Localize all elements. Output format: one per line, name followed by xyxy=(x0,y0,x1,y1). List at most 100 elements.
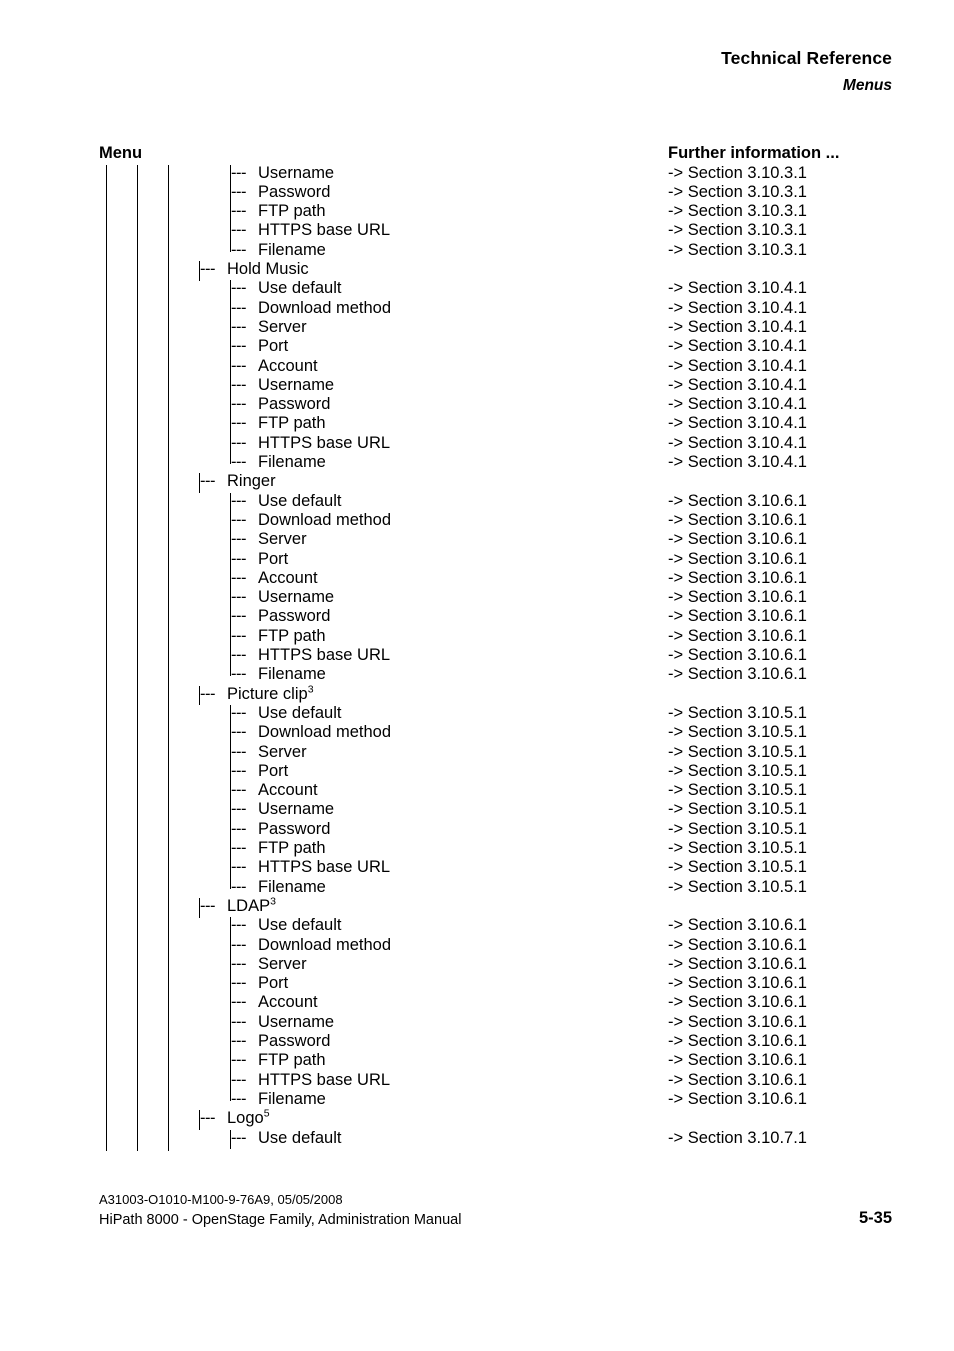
section-reference[interactable]: -> Section 3.10.4.1 xyxy=(668,357,807,376)
tree-node-label[interactable]: Server xyxy=(258,318,307,337)
tree-node-label[interactable]: FTP path xyxy=(258,414,326,433)
tree-row: --- HTTPS base URL -> Section 3.10.5.1 xyxy=(0,858,954,880)
section-reference[interactable]: -> Section 3.10.6.1 xyxy=(668,530,807,549)
section-reference[interactable]: -> Section 3.10.5.1 xyxy=(668,743,807,762)
tree-node-label[interactable]: HTTPS base URL xyxy=(258,221,390,240)
tree-node-label[interactable]: Use default xyxy=(258,1129,341,1148)
tree-node-label[interactable]: Use default xyxy=(258,279,341,298)
section-reference[interactable]: -> Section 3.10.4.1 xyxy=(668,434,807,453)
section-reference[interactable]: -> Section 3.10.4.1 xyxy=(668,414,807,433)
tree-node-label[interactable]: LDAP3 xyxy=(227,896,276,916)
tree-node-label[interactable]: Filename xyxy=(258,241,326,260)
tree-node-label[interactable]: Password xyxy=(258,607,330,626)
tree-node-label[interactable]: Username xyxy=(258,800,334,819)
tree-node-label[interactable]: Port xyxy=(258,550,288,569)
tree-node-label[interactable]: Password xyxy=(258,183,330,202)
tree-node-label[interactable]: Account xyxy=(258,357,318,376)
tree-node-label[interactable]: Filename xyxy=(258,878,326,897)
section-reference[interactable]: -> Section 3.10.6.1 xyxy=(668,492,807,511)
tree-node-label[interactable]: Download method xyxy=(258,299,391,318)
tree-node-label[interactable]: Hold Music xyxy=(227,260,309,279)
tree-node-label[interactable]: FTP path xyxy=(258,1051,326,1070)
section-reference[interactable]: -> Section 3.10.7.1 xyxy=(668,1129,807,1148)
section-reference[interactable]: -> Section 3.10.6.1 xyxy=(668,588,807,607)
tree-node-label[interactable]: HTTPS base URL xyxy=(258,1071,390,1090)
tree-node-label[interactable]: Ringer xyxy=(227,472,276,491)
tree-node-label[interactable]: HTTPS base URL xyxy=(258,646,390,665)
section-reference[interactable]: -> Section 3.10.4.1 xyxy=(668,337,807,356)
tree-node-label[interactable]: Download method xyxy=(258,723,391,742)
section-reference[interactable]: -> Section 3.10.4.1 xyxy=(668,299,807,318)
section-reference[interactable]: -> Section 3.10.6.1 xyxy=(668,1013,807,1032)
tree-node-label[interactable]: Port xyxy=(258,974,288,993)
tree-node-label[interactable]: Use default xyxy=(258,492,341,511)
tree-node-label[interactable]: Filename xyxy=(258,1090,326,1109)
section-reference[interactable]: -> Section 3.10.5.1 xyxy=(668,820,807,839)
section-reference[interactable]: -> Section 3.10.5.1 xyxy=(668,858,807,877)
section-reference[interactable]: -> Section 3.10.6.1 xyxy=(668,955,807,974)
section-reference[interactable]: -> Section 3.10.5.1 xyxy=(668,723,807,742)
tree-connector-dashes: --- xyxy=(231,993,246,1012)
tree-node-label[interactable]: Username xyxy=(258,376,334,395)
tree-node-label[interactable]: FTP path xyxy=(258,839,326,858)
section-reference[interactable]: -> Section 3.10.4.1 xyxy=(668,318,807,337)
tree-node-label[interactable]: Port xyxy=(258,337,288,356)
tree-node-label[interactable]: Username xyxy=(258,164,334,183)
tree-node-label[interactable]: Username xyxy=(258,588,334,607)
tree-node-label[interactable]: FTP path xyxy=(258,627,326,646)
tree-node-label[interactable]: Logo5 xyxy=(227,1108,270,1128)
section-reference[interactable]: -> Section 3.10.5.1 xyxy=(668,704,807,723)
section-reference[interactable]: -> Section 3.10.5.1 xyxy=(668,781,807,800)
section-reference[interactable]: -> Section 3.10.4.1 xyxy=(668,453,807,472)
section-reference[interactable]: -> Section 3.10.6.1 xyxy=(668,569,807,588)
section-reference[interactable]: -> Section 3.10.5.1 xyxy=(668,800,807,819)
section-reference[interactable]: -> Section 3.10.5.1 xyxy=(668,839,807,858)
tree-node-label[interactable]: HTTPS base URL xyxy=(258,434,390,453)
tree-node-label[interactable]: HTTPS base URL xyxy=(258,858,390,877)
tree-node-label[interactable]: Server xyxy=(258,955,307,974)
tree-node-label[interactable]: Account xyxy=(258,569,318,588)
tree-node-label[interactable]: Password xyxy=(258,1032,330,1051)
section-reference[interactable]: -> Section 3.10.4.1 xyxy=(668,395,807,414)
tree-node-label[interactable]: Server xyxy=(258,530,307,549)
section-reference[interactable]: -> Section 3.10.6.1 xyxy=(668,916,807,935)
section-reference[interactable]: -> Section 3.10.6.1 xyxy=(668,550,807,569)
section-reference[interactable]: -> Section 3.10.3.1 xyxy=(668,164,807,183)
tree-node-label[interactable]: Account xyxy=(258,781,318,800)
section-reference[interactable]: -> Section 3.10.6.1 xyxy=(668,993,807,1012)
section-reference[interactable]: -> Section 3.10.6.1 xyxy=(668,936,807,955)
section-reference[interactable]: -> Section 3.10.6.1 xyxy=(668,1090,807,1109)
tree-node-label[interactable]: Download method xyxy=(258,511,391,530)
section-reference[interactable]: -> Section 3.10.6.1 xyxy=(668,627,807,646)
tree-node-label[interactable]: FTP path xyxy=(258,202,326,221)
section-reference[interactable]: -> Section 3.10.6.1 xyxy=(668,665,807,684)
section-reference[interactable]: -> Section 3.10.6.1 xyxy=(668,607,807,626)
tree-node-label[interactable]: Username xyxy=(258,1013,334,1032)
section-reference[interactable]: -> Section 3.10.4.1 xyxy=(668,376,807,395)
section-reference[interactable]: -> Section 3.10.5.1 xyxy=(668,878,807,897)
tree-node-label[interactable]: Account xyxy=(258,993,318,1012)
tree-node-label[interactable]: Filename xyxy=(258,453,326,472)
section-reference[interactable]: -> Section 3.10.6.1 xyxy=(668,1032,807,1051)
tree-node-label[interactable]: Use default xyxy=(258,704,341,723)
section-reference[interactable]: -> Section 3.10.6.1 xyxy=(668,974,807,993)
tree-node-label[interactable]: Download method xyxy=(258,936,391,955)
tree-node-label[interactable]: Picture clip3 xyxy=(227,684,314,704)
tree-node-label[interactable]: Filename xyxy=(258,665,326,684)
tree-node-label[interactable]: Use default xyxy=(258,916,341,935)
section-reference[interactable]: -> Section 3.10.5.1 xyxy=(668,762,807,781)
section-reference[interactable]: -> Section 3.10.6.1 xyxy=(668,511,807,530)
section-reference[interactable]: -> Section 3.10.6.1 xyxy=(668,646,807,665)
tree-node-label[interactable]: Port xyxy=(258,762,288,781)
tree-connector-dashes: --- xyxy=(231,356,246,375)
section-reference[interactable]: -> Section 3.10.3.1 xyxy=(668,241,807,260)
section-reference[interactable]: -> Section 3.10.6.1 xyxy=(668,1071,807,1090)
section-reference[interactable]: -> Section 3.10.3.1 xyxy=(668,221,807,240)
section-reference[interactable]: -> Section 3.10.4.1 xyxy=(668,279,807,298)
section-reference[interactable]: -> Section 3.10.6.1 xyxy=(668,1051,807,1070)
section-reference[interactable]: -> Section 3.10.3.1 xyxy=(668,183,807,202)
tree-node-label[interactable]: Password xyxy=(258,395,330,414)
tree-node-label[interactable]: Password xyxy=(258,820,330,839)
tree-node-label[interactable]: Server xyxy=(258,743,307,762)
section-reference[interactable]: -> Section 3.10.3.1 xyxy=(668,202,807,221)
